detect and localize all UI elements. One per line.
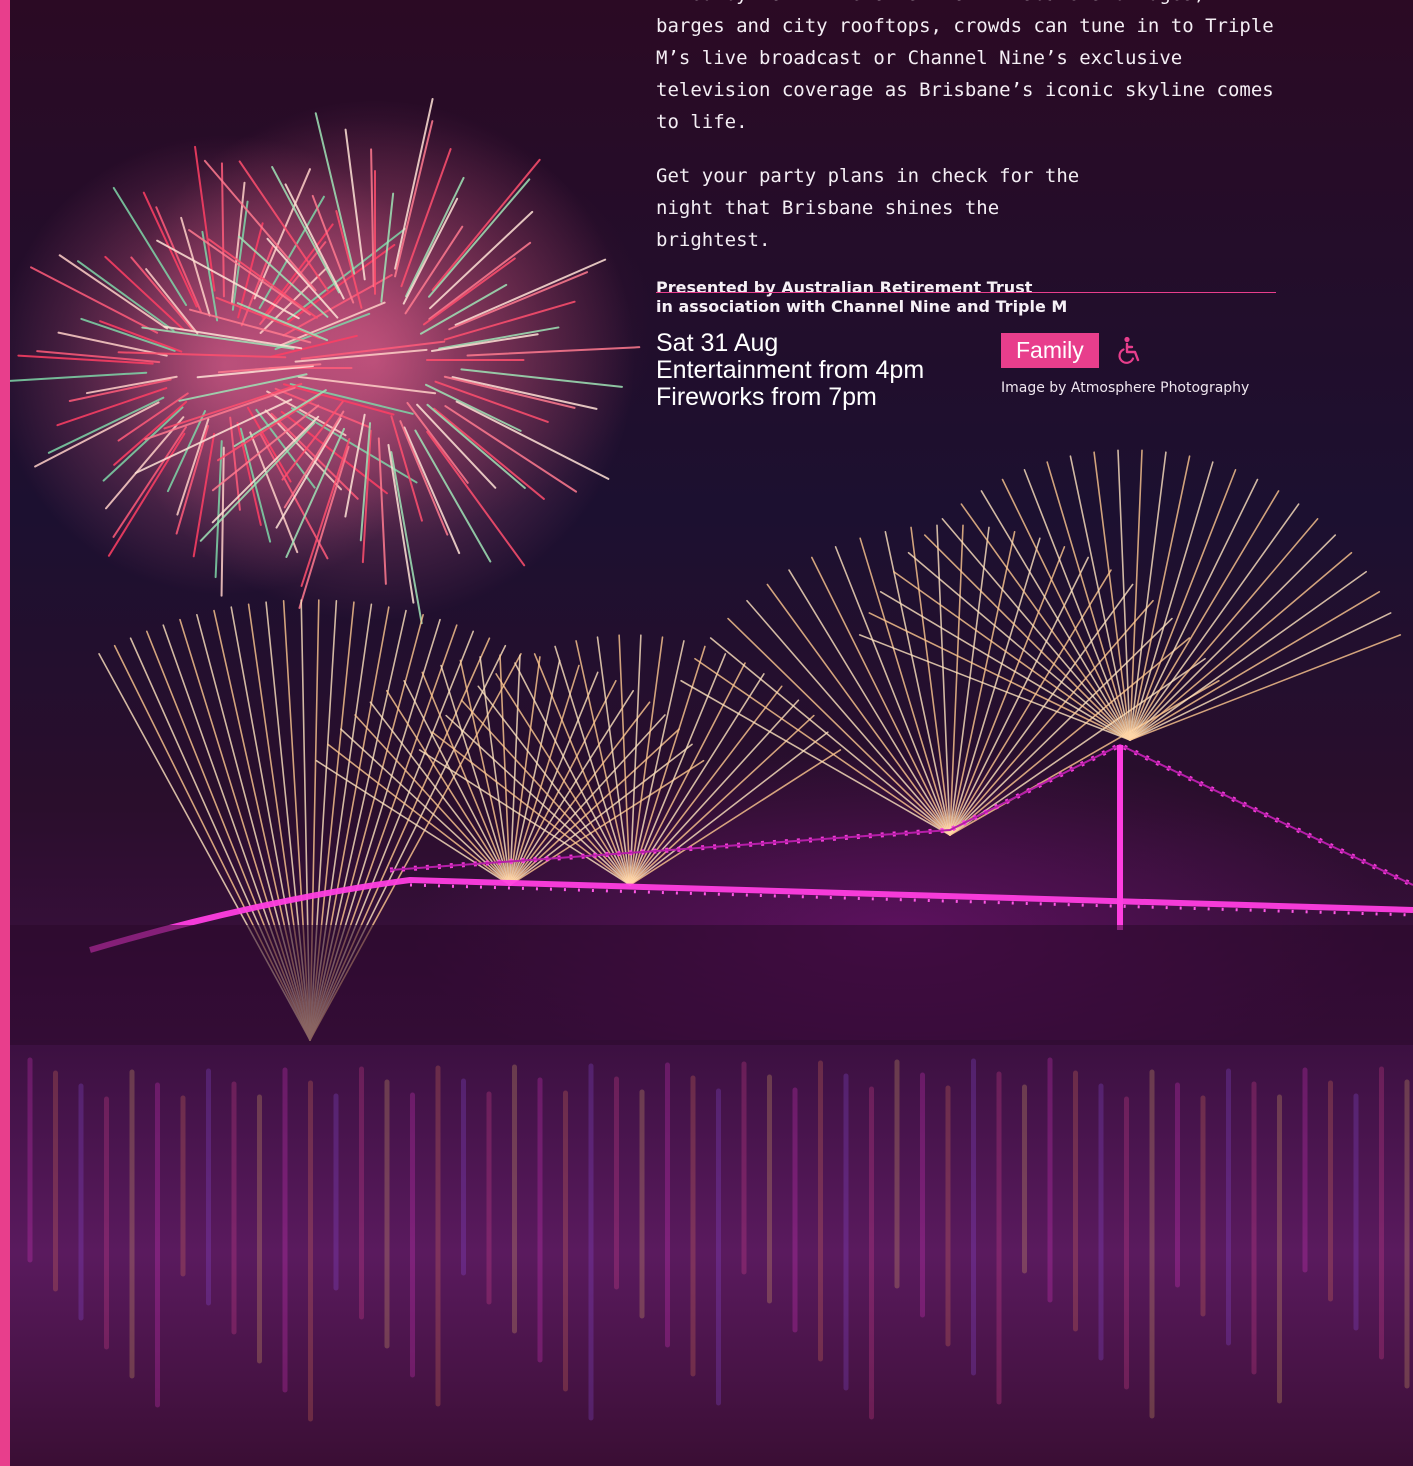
family-tag[interactable]: Family: [1001, 333, 1099, 368]
paragraph-intro-rest: and city rooftops, crowds can tune in to…: [656, 15, 1274, 133]
paragraph-intro: Fired by Foti Fireworks from Brisbane’s …: [656, 0, 1276, 138]
entertainment-time: Entertainment from 4pm: [656, 356, 925, 384]
story-bridge: [10, 742, 1413, 1045]
event-tags: Family: [1001, 333, 1143, 368]
in-association-with: in association with Channel Nine and Tri…: [656, 297, 1068, 316]
image-credit: Image by Atmosphere Photography: [1001, 380, 1250, 396]
fireworks-time: Fireworks from 7pm: [656, 383, 877, 411]
section-divider: [656, 292, 1276, 293]
event-page: Fired by Foti Fireworks from Brisbane’s …: [0, 0, 1413, 1466]
presented-by: Presented by Australian Retirement Trust: [656, 278, 1033, 297]
paragraph-party-plans: Get your party plans in check for the ni…: [656, 165, 1080, 251]
event-description: Fired by Foti Fireworks from Brisbane’s …: [656, 0, 1276, 316]
wheelchair-accessible-icon: [1118, 336, 1139, 364]
event-schedule: Sat 31 Aug Entertainment from 4pm Firewo…: [656, 330, 924, 411]
presenters: Presented by Australian Retirement Trust…: [656, 278, 1276, 316]
accent-sidebar: [0, 0, 10, 1466]
event-date: Sat 31 Aug: [656, 329, 779, 357]
